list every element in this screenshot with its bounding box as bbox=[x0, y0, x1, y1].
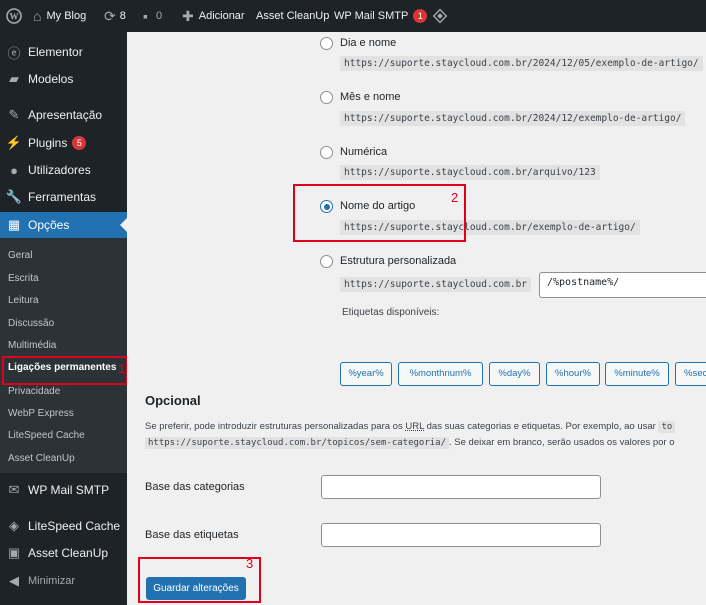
submenu-escrita[interactable]: Escrita bbox=[8, 273, 39, 284]
tag-button-day[interactable]: %day% bbox=[489, 362, 540, 386]
optional-description-line-2: https://suporte.staycloud.com.br/topicos… bbox=[145, 437, 706, 449]
updates-link[interactable]: ⟳ 8 bbox=[104, 0, 126, 32]
menu-item-asset-cleanup[interactable]: ▣ Asset CleanUp bbox=[0, 540, 127, 566]
annotation-number-1: 1 bbox=[118, 361, 126, 376]
tag-button-hour[interactable]: %hour% bbox=[546, 362, 600, 386]
svg-text:W: W bbox=[10, 12, 19, 22]
home-icon: ⌂ bbox=[33, 8, 42, 24]
optional-description-line-1: Se preferir, pode introduzir estruturas … bbox=[145, 421, 706, 433]
plus-icon: ✚ bbox=[182, 8, 194, 24]
highlight-box-3 bbox=[138, 557, 261, 603]
menu-item-opcoes[interactable]: ▦ Opções bbox=[0, 212, 127, 238]
menu-item-plugins[interactable]: ⚡ Plugins 5 bbox=[0, 130, 127, 156]
settings-icon: ▦ bbox=[7, 217, 21, 232]
wordpress-logo-icon[interactable]: W bbox=[6, 0, 22, 32]
option-label-mes-e-nome: Mês e nome bbox=[340, 91, 401, 103]
radio-numerica[interactable] bbox=[320, 146, 333, 159]
admin-sidebar: ⓔ Elementor ▰ Modelos ✎ Apresentação ⚡ P… bbox=[0, 32, 127, 605]
plugins-update-badge: 5 bbox=[72, 136, 87, 150]
submenu-discussao[interactable]: Discussão bbox=[8, 318, 54, 329]
elementor-icon: ⓔ bbox=[7, 45, 21, 61]
active-menu-arrow bbox=[120, 218, 127, 232]
diamond-icon: ◈ bbox=[9, 518, 19, 533]
menu-item-apresentacao[interactable]: ✎ Apresentação bbox=[0, 102, 127, 128]
menu-item-wp-mail-smtp[interactable]: ✉ WP Mail SMTP bbox=[0, 477, 127, 503]
user-icon: ● bbox=[10, 162, 18, 178]
available-tags-label: Etiquetas disponíveis: bbox=[342, 307, 440, 318]
add-new-link[interactable]: ✚ Adicionar bbox=[182, 0, 245, 32]
tag-button-minute[interactable]: %minute% bbox=[605, 362, 669, 386]
brush-icon: ✎ bbox=[8, 107, 20, 122]
submenu-asset-cleanup[interactable]: Asset CleanUp bbox=[8, 453, 75, 464]
submenu-leitura[interactable]: Leitura bbox=[8, 295, 39, 306]
optional-heading: Opcional bbox=[145, 393, 201, 408]
custom-structure-base-url: https://suporte.staycloud.com.br bbox=[340, 277, 532, 292]
menu-item-elementor[interactable]: ⓔ Elementor bbox=[0, 39, 127, 65]
collapse-menu-button[interactable]: ◀ Minimizar bbox=[0, 568, 127, 594]
example-url-numerica: https://suporte.staycloud.com.br/arquivo… bbox=[340, 165, 600, 180]
image-icon: ▣ bbox=[7, 545, 21, 560]
submenu-litespeed-cache[interactable]: LiteSpeed Cache bbox=[8, 430, 85, 441]
folder-icon: ▰ bbox=[9, 71, 19, 86]
tag-button-year[interactable]: %year% bbox=[340, 362, 392, 386]
example-url-dia-e-nome: https://suporte.staycloud.com.br/2024/12… bbox=[340, 56, 703, 71]
radio-mes-e-nome[interactable] bbox=[320, 91, 333, 104]
highlight-box-1 bbox=[2, 356, 128, 385]
tag-base-label: Base das etiquetas bbox=[145, 529, 239, 541]
litespeed-diamond-icon[interactable] bbox=[432, 0, 448, 32]
comments-link[interactable]: ▪ 0 bbox=[143, 0, 162, 32]
submenu-privacidade[interactable]: Privacidade bbox=[8, 386, 60, 397]
admin-bar: W ⌂ My Blog ⟳ 8 ▪ 0 ✚ Adicionar Asset Cl… bbox=[0, 0, 706, 32]
mail-icon: ✉ bbox=[8, 482, 20, 497]
refresh-icon: ⟳ bbox=[104, 8, 116, 24]
menu-item-litespeed-cache[interactable]: ◈ LiteSpeed Cache bbox=[0, 513, 127, 539]
option-label-numerica: Numérica bbox=[340, 146, 388, 158]
tag-button-second[interactable]: %sec bbox=[675, 362, 706, 386]
tag-base-input[interactable] bbox=[321, 523, 601, 547]
menu-item-utilizadores[interactable]: ● Utilizadores bbox=[0, 157, 127, 183]
submenu-geral[interactable]: Geral bbox=[8, 250, 32, 261]
plug-icon: ⚡ bbox=[5, 135, 23, 150]
wp-mail-smtp-link[interactable]: WP Mail SMTP 1 bbox=[334, 0, 428, 32]
custom-structure-input[interactable]: /%postname%/ bbox=[539, 272, 706, 298]
option-label-estrutura-personalizada: Estrutura personalizada bbox=[340, 255, 457, 267]
category-base-label: Base das categorias bbox=[145, 481, 245, 493]
asset-cleanup-link[interactable]: Asset CleanUp bbox=[256, 0, 329, 32]
submenu-webp-express[interactable]: WebP Express bbox=[8, 408, 74, 419]
site-name-link[interactable]: ⌂ My Blog bbox=[33, 0, 86, 32]
comment-icon: ▪ bbox=[143, 8, 148, 24]
annotation-number-3: 3 bbox=[246, 556, 254, 571]
notification-badge: 1 bbox=[413, 9, 428, 23]
annotation-number-2: 2 bbox=[451, 190, 459, 205]
radio-estrutura-personalizada[interactable] bbox=[320, 255, 333, 268]
option-label-dia-e-nome: Dia e nome bbox=[340, 37, 397, 49]
menu-item-modelos[interactable]: ▰ Modelos bbox=[0, 66, 127, 92]
main-content: Dia e nome https://suporte.staycloud.com… bbox=[127, 32, 706, 605]
wrench-icon: 🔧 bbox=[5, 189, 23, 204]
category-base-input[interactable] bbox=[321, 475, 601, 499]
highlight-box-2 bbox=[293, 184, 466, 242]
collapse-icon: ◀ bbox=[9, 573, 19, 588]
menu-item-ferramentas[interactable]: 🔧 Ferramentas bbox=[0, 184, 127, 210]
example-url-mes-e-nome: https://suporte.staycloud.com.br/2024/12… bbox=[340, 111, 686, 126]
submenu-multimedia[interactable]: Multimédia bbox=[8, 340, 56, 351]
radio-dia-e-nome[interactable] bbox=[320, 37, 333, 50]
tag-button-monthnum[interactable]: %monthnum% bbox=[398, 362, 483, 386]
